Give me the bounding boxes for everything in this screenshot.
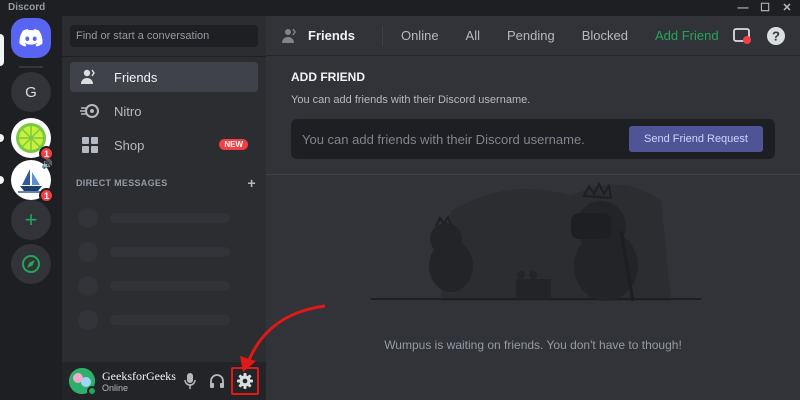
help-button[interactable]: ? bbox=[766, 26, 786, 51]
friends-icon bbox=[282, 28, 300, 44]
tab-pending[interactable]: Pending bbox=[507, 28, 555, 43]
friends-toolbar: Friends Online All Pending Blocked Add F… bbox=[266, 16, 800, 56]
user-status: Online bbox=[102, 383, 129, 393]
explore-button[interactable] bbox=[11, 244, 51, 284]
server-g[interactable]: G bbox=[11, 72, 51, 112]
tab-add-friend[interactable]: Add Friend bbox=[655, 28, 719, 43]
microphone-icon bbox=[184, 373, 196, 389]
empty-state-message: Wumpus is waiting on friends. You don't … bbox=[384, 338, 682, 352]
dm-header-label: DIRECT MESSAGES bbox=[76, 178, 168, 188]
new-badge: NEW bbox=[219, 139, 248, 150]
deafen-button[interactable] bbox=[207, 371, 227, 391]
search-input[interactable]: Find or start a conversation bbox=[70, 25, 258, 47]
headphones-icon bbox=[210, 374, 224, 388]
server-lime[interactable]: 1 bbox=[11, 118, 54, 161]
main-content: Friends Online All Pending Blocked Add F… bbox=[266, 16, 800, 400]
add-friend-title: ADD FRIEND bbox=[291, 70, 365, 84]
divider bbox=[381, 25, 383, 46]
nav-friends[interactable]: Friends bbox=[70, 62, 258, 92]
svg-text:?: ? bbox=[772, 29, 780, 44]
tab-online[interactable]: Online bbox=[401, 28, 439, 43]
minimize-button[interactable]: — bbox=[732, 0, 754, 16]
create-dm-button[interactable]: + bbox=[248, 175, 256, 191]
nav-label: Friends bbox=[114, 69, 158, 85]
new-group-dm-icon bbox=[733, 28, 751, 44]
explore-icon bbox=[22, 255, 40, 273]
new-group-dm-button[interactable] bbox=[732, 26, 752, 51]
direct-messages-header: DIRECT MESSAGES + bbox=[76, 175, 256, 191]
speaker-icon: 🔊 bbox=[41, 159, 53, 169]
nav-nitro[interactable]: Nitro bbox=[70, 96, 258, 126]
shop-icon bbox=[80, 135, 100, 155]
close-button[interactable]: ✕ bbox=[776, 0, 798, 16]
home-button[interactable] bbox=[11, 18, 51, 58]
add-friend-subtitle: You can add friends with their Discord u… bbox=[291, 94, 531, 106]
divider bbox=[62, 56, 266, 57]
username: GeeksforGeeks bbox=[102, 369, 176, 383]
username-input[interactable]: You can add friends with their Discord u… bbox=[302, 132, 585, 147]
add-server-button[interactable]: + bbox=[11, 200, 51, 240]
title-bar: Discord — ☐ ✕ bbox=[0, 0, 800, 16]
discord-logo-icon bbox=[19, 29, 43, 47]
window-title: Discord bbox=[8, 2, 46, 13]
online-status-icon bbox=[87, 386, 97, 396]
server-list: G 1 🔊 1 + bbox=[0, 16, 62, 400]
nitro-icon bbox=[80, 101, 100, 121]
unread-indicator bbox=[0, 134, 4, 142]
tab-all[interactable]: All bbox=[466, 28, 480, 43]
annotation-arrow bbox=[240, 304, 326, 372]
unread-indicator bbox=[0, 176, 4, 184]
selected-indicator bbox=[0, 34, 4, 66]
nav-label: Shop bbox=[114, 137, 145, 153]
toolbar-title: Friends bbox=[308, 28, 355, 43]
nav-shop[interactable]: Shop NEW bbox=[70, 130, 258, 160]
friends-icon bbox=[80, 67, 100, 87]
add-friend-form: You can add friends with their Discord u… bbox=[291, 119, 775, 159]
avatar[interactable] bbox=[69, 368, 97, 396]
nav-label: Nitro bbox=[114, 103, 142, 119]
help-icon: ? bbox=[767, 27, 785, 45]
maximize-button[interactable]: ☐ bbox=[754, 0, 776, 16]
server-ship[interactable]: 🔊 1 bbox=[11, 159, 54, 203]
tab-blocked[interactable]: Blocked bbox=[582, 28, 628, 43]
send-friend-request-button[interactable]: Send Friend Request bbox=[629, 126, 763, 152]
unread-badge: 1 bbox=[39, 188, 54, 203]
server-divider bbox=[19, 66, 43, 68]
mute-button[interactable] bbox=[180, 371, 200, 391]
wumpus-illustration bbox=[371, 181, 701, 302]
